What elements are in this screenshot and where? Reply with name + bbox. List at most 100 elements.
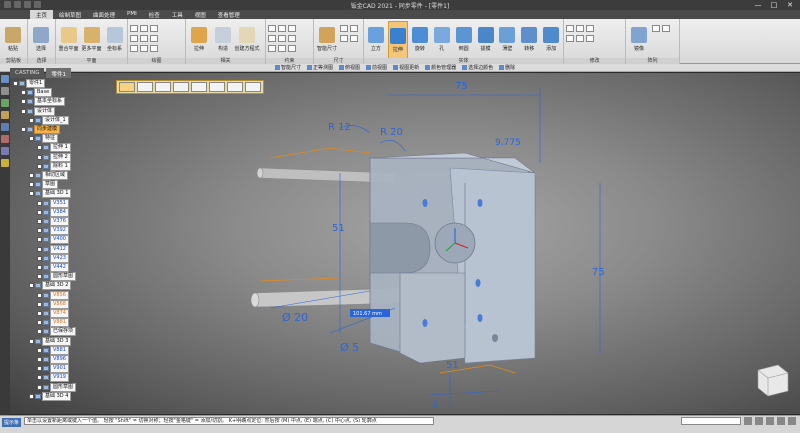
tree-node[interactable]: 特征 [29, 134, 59, 144]
tree-node[interactable]: 拉伸 2 [37, 152, 71, 162]
visibility-checkbox[interactable] [37, 301, 42, 307]
tab-home[interactable]: 主页 [30, 10, 54, 19]
strip-top-view[interactable]: 俯视图 [339, 64, 360, 71]
rectangle-icon[interactable] [130, 35, 138, 42]
tree-node[interactable]: 拉伸 1 [37, 143, 71, 153]
visibility-checkbox[interactable] [21, 108, 26, 114]
fix-icon[interactable] [288, 35, 296, 42]
dim-diameter-small[interactable]: Ø 5 [340, 341, 359, 354]
visibility-checkbox[interactable] [37, 200, 42, 206]
horizontal-icon[interactable] [288, 25, 296, 32]
errors-icon[interactable] [1, 135, 9, 143]
tab-view-manage[interactable]: 查看管理 [212, 10, 246, 19]
tree-node[interactable]: 同步建模 [21, 125, 61, 134]
view-cube[interactable] [757, 364, 789, 397]
parallel-icon[interactable] [268, 25, 276, 32]
tree-node[interactable]: V442 [37, 263, 69, 272]
tree-node[interactable]: V901 [37, 364, 69, 374]
pathfinder-icon[interactable] [1, 75, 9, 83]
visibility-checkbox[interactable] [37, 246, 42, 252]
visibility-checkbox[interactable] [29, 191, 34, 197]
visibility-checkbox[interactable] [29, 173, 34, 178]
replace-face-icon[interactable] [576, 35, 584, 42]
radius-dimension-icon[interactable] [350, 25, 358, 32]
dim-top-width[interactable]: 75 [455, 81, 468, 92]
shaded-view-button[interactable] [119, 82, 135, 92]
render-settings-button[interactable] [245, 82, 261, 92]
model-canvas[interactable]: 75 R 12 R 20 9.775 51 75 Ø 20 Ø 5 51 5 1… [10, 73, 800, 414]
tree-node[interactable]: V412 [37, 244, 69, 254]
maximize-button[interactable]: □ [766, 0, 782, 10]
visibility-checkbox[interactable] [21, 90, 26, 96]
visibility-checkbox[interactable] [37, 311, 42, 316]
move-face-icon[interactable] [566, 25, 574, 32]
display-toggle-button[interactable] [191, 82, 207, 92]
circle-icon[interactable] [150, 25, 158, 32]
trim-icon[interactable] [150, 35, 158, 42]
tab-inspect[interactable]: 检查 [143, 10, 166, 19]
visibility-checkbox[interactable] [37, 347, 42, 353]
rect-pattern-icon[interactable] [652, 25, 660, 32]
tangent-icon[interactable] [268, 35, 276, 42]
tab-tools[interactable]: 工具 [166, 10, 189, 19]
tree-node[interactable]: 草图 [29, 180, 59, 190]
fillet-sketch-icon[interactable] [130, 45, 138, 52]
minimize-button[interactable]: — [750, 0, 766, 10]
visibility-checkbox[interactable] [21, 99, 26, 105]
3d-viewport[interactable]: 75 R 12 R 20 9.775 51 75 Ø 20 Ø 5 51 5 1… [10, 73, 800, 414]
symmetric-icon[interactable] [288, 45, 296, 52]
feature-library-icon[interactable] [1, 111, 9, 119]
visibility-checkbox[interactable] [29, 283, 34, 289]
strip-smart-dimension[interactable]: 智能尺寸 [275, 64, 301, 71]
perpendicular-icon[interactable] [278, 25, 286, 32]
dim-radius-small[interactable]: R 12 [328, 122, 351, 133]
tree-node[interactable]: V919 [37, 373, 69, 383]
visibility-checkbox[interactable] [37, 228, 42, 234]
tree-node[interactable]: 除料 1 [37, 161, 71, 171]
doc-tab-part1[interactable]: 零件1 [46, 68, 71, 78]
library-icon[interactable] [1, 99, 9, 107]
dim-offset[interactable]: 9.775 [495, 138, 521, 148]
tab-pmi[interactable]: PMI [121, 10, 143, 19]
dim-radius-large[interactable]: R 20 [380, 127, 403, 138]
visibility-checkbox[interactable] [37, 292, 42, 298]
rotate-face-icon[interactable] [576, 25, 584, 32]
visibility-checkbox[interactable] [37, 366, 42, 372]
tree-node[interactable]: 基本坐标系 [21, 97, 66, 107]
distance-icon[interactable] [340, 35, 348, 42]
dim-bottom[interactable]: 51 [446, 360, 459, 371]
strip-front-view[interactable]: 前视图 [366, 64, 387, 71]
tree-node[interactable]: 已保存项 [37, 327, 77, 337]
visibility-checkbox[interactable] [37, 320, 42, 326]
view-orient-button[interactable] [209, 82, 225, 92]
visibility-checkbox[interactable] [37, 274, 42, 280]
strip-delete[interactable]: 删除 [499, 64, 515, 71]
properties-icon[interactable] [1, 159, 9, 167]
visibility-checkbox[interactable] [37, 163, 42, 169]
tree-node[interactable]: Base [21, 88, 53, 98]
tree-node[interactable]: V376 [37, 217, 69, 226]
tree-node[interactable]: 基础 3D 3 [29, 336, 72, 346]
tree-node[interactable]: 设计体_1 [29, 115, 69, 125]
offset-face-icon[interactable] [586, 25, 594, 32]
circ-pattern-icon[interactable] [662, 25, 670, 32]
tree-node[interactable]: 设计体 [21, 106, 56, 116]
tree-node[interactable]: 基础 3D 2 [29, 281, 72, 291]
visibility-checkbox[interactable] [13, 81, 18, 86]
section-button[interactable] [173, 82, 189, 92]
zoom-out-icon[interactable] [755, 417, 763, 425]
dim-diameter-large[interactable]: Ø 20 [282, 311, 308, 324]
visibility-checkbox[interactable] [37, 154, 42, 160]
live-dimension-value[interactable]: 101.67 mm [353, 311, 382, 317]
visibility-checkbox[interactable] [29, 136, 34, 142]
command-search-field[interactable] [681, 417, 741, 425]
angle-dimension-icon[interactable] [340, 25, 348, 32]
visibility-checkbox[interactable] [37, 145, 42, 151]
family-icon[interactable] [1, 123, 9, 131]
equal-icon[interactable] [278, 35, 286, 42]
dim-bottom-small[interactable]: 5 [432, 400, 438, 410]
tab-sketch[interactable]: 绘制草图 [53, 10, 87, 19]
tree-node[interactable]: V351 [37, 198, 69, 208]
curve-icon[interactable] [140, 35, 148, 42]
tree-node[interactable]: V868 [37, 299, 69, 309]
